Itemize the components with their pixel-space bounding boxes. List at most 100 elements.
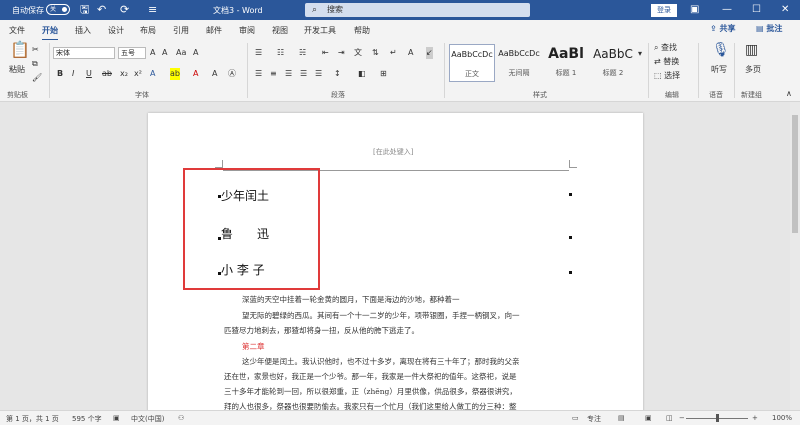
zoom-out-icon[interactable]: −	[679, 414, 685, 422]
style-heading-2[interactable]: AaBbC 标题 2	[590, 44, 636, 82]
line-spacing-icon[interactable]: ↕	[334, 68, 341, 80]
paragraph-mark-icon[interactable]: ↙	[426, 47, 433, 59]
login-button[interactable]: 登录	[651, 4, 677, 17]
show-marks-icon[interactable]: ↵	[390, 47, 397, 59]
char-shading-icon[interactable]: A	[212, 68, 217, 80]
print-layout-icon[interactable]: ▣	[645, 414, 652, 422]
highlight-icon[interactable]: ab	[170, 68, 180, 80]
web-layout-icon[interactable]: ◫	[666, 414, 673, 422]
cut-icon[interactable]: ✂	[32, 44, 39, 56]
share-button[interactable]: ⇪ 共享	[710, 23, 736, 34]
style-no-spacing[interactable]: AaBbCcDc 无间隔	[496, 44, 542, 82]
accessibility-icon[interactable]: ⚇	[178, 414, 184, 422]
redo-icon[interactable]: ⟳	[120, 3, 129, 17]
styles-more-icon[interactable]: ▾	[638, 48, 642, 60]
replace-button[interactable]: ⇄ 替换	[654, 56, 679, 68]
minimize-icon[interactable]: —	[722, 3, 732, 17]
close-icon[interactable]: ✕	[781, 3, 789, 17]
multipage-icon[interactable]: ▥	[745, 43, 758, 57]
page-count[interactable]: 第 1 页，共 1 页	[6, 414, 59, 424]
chinese-layout-icon[interactable]: 文	[354, 47, 362, 59]
paragraph-line[interactable]: 深蓝的天空中挂着一轮金黄的圆月，下面是海边的沙地，都种着一	[242, 293, 572, 306]
tab-design[interactable]: 设计	[108, 25, 124, 36]
chapter-heading[interactable]: 第二章	[242, 340, 572, 353]
font-color-icon[interactable]: A	[193, 68, 198, 80]
asian-layout-icon[interactable]: A	[408, 47, 413, 59]
underline-button[interactable]: U	[86, 68, 92, 80]
focus-icon[interactable]: ▭	[572, 414, 579, 422]
tab-layout[interactable]: 布局	[140, 25, 156, 36]
tab-insert[interactable]: 插入	[75, 25, 91, 36]
zoom-in-icon[interactable]: +	[752, 414, 758, 422]
style-normal[interactable]: AaBbCcDc 正文	[449, 44, 495, 82]
multilevel-list-icon[interactable]: ☵	[299, 47, 306, 59]
zoom-slider-knob[interactable]	[716, 414, 719, 422]
save-icon[interactable]: 🖫	[80, 3, 89, 17]
numbering-icon[interactable]: ☷	[277, 47, 284, 59]
format-painter-icon[interactable]: 🖌	[32, 72, 42, 84]
align-right-icon[interactable]: ☰	[285, 68, 292, 80]
tab-review[interactable]: 审阅	[239, 25, 255, 36]
subscript-icon[interactable]: x₂	[120, 68, 128, 80]
decrease-indent-icon[interactable]: ⇤	[322, 47, 329, 59]
borders-icon[interactable]: ⊞	[380, 68, 387, 80]
grow-font-icon[interactable]: A	[150, 47, 155, 59]
sort-icon[interactable]: ⇅	[372, 47, 379, 59]
copy-icon[interactable]: ⧉	[32, 58, 38, 70]
align-left-icon[interactable]: ☰	[255, 68, 262, 80]
select-button[interactable]: ⬚ 选择	[654, 70, 680, 82]
tab-home[interactable]: 开始	[42, 25, 58, 41]
tab-help[interactable]: 帮助	[354, 25, 370, 36]
paste-icon[interactable]: 📋	[10, 42, 30, 58]
comment-button[interactable]: ▤ 批注	[756, 23, 782, 34]
font-name-select[interactable]: 宋体	[53, 47, 115, 59]
dictate-button[interactable]: 听写	[711, 64, 727, 76]
paragraph-line[interactable]: 三十多年才能轮到一回，所以很郑重，正（zhēng）月里供像，供品很多，祭器很讲究…	[224, 385, 554, 398]
tab-mailings[interactable]: 邮件	[206, 25, 222, 36]
superscript-icon[interactable]: x²	[134, 68, 142, 80]
multipage-button[interactable]: 多页	[745, 64, 761, 76]
justify-icon[interactable]: ☰	[300, 68, 307, 80]
increase-indent-icon[interactable]: ⇥	[338, 47, 345, 59]
language-indicator[interactable]: 中文(中国)	[131, 414, 164, 424]
font-size-select[interactable]: 五号	[118, 47, 146, 59]
maximize-icon[interactable]: ☐	[752, 3, 761, 17]
tab-file[interactable]: 文件	[9, 25, 25, 36]
clear-format-icon[interactable]: A	[193, 47, 198, 59]
style-heading-1[interactable]: AaBl 标题 1	[543, 44, 589, 82]
tab-view[interactable]: 视图	[272, 25, 288, 36]
paragraph-line[interactable]: 还在世，家景也好，我正是一个少爷。那一年，我家是一件大祭祀的值年。这祭祀，说是	[224, 370, 554, 383]
align-center-icon[interactable]: ≡	[270, 68, 277, 80]
autosave-toggle[interactable]: 关	[46, 4, 70, 15]
zoom-level[interactable]: 100%	[772, 414, 792, 422]
collapse-ribbon-icon[interactable]: ∧	[786, 88, 792, 100]
customize-quick-access-icon[interactable]: ≡	[148, 3, 157, 17]
proofing-icon[interactable]: ▣	[113, 414, 120, 422]
find-button[interactable]: ⌕ 查找	[654, 42, 677, 54]
bullets-icon[interactable]: ☰	[255, 47, 262, 59]
header-placeholder[interactable]: [在此处键入]	[373, 147, 413, 157]
distributed-icon[interactable]: ☰	[315, 68, 322, 80]
char-border-icon[interactable]: Ⓐ	[228, 68, 236, 80]
strikethrough-icon[interactable]: ab	[102, 68, 112, 80]
shrink-font-icon[interactable]: A	[162, 47, 167, 59]
bold-button[interactable]: B	[57, 68, 63, 80]
ribbon-display-icon[interactable]: ▣	[690, 3, 699, 17]
focus-button[interactable]: 专注	[587, 414, 601, 424]
paragraph-line[interactable]: 匹猹尽力地刺去，那猹却将身一扭，反从他的胯下逃走了。	[224, 324, 554, 337]
text-effects-icon[interactable]: A	[150, 68, 155, 80]
tab-developer[interactable]: 开发工具	[304, 25, 336, 36]
italic-button[interactable]: I	[72, 68, 74, 80]
search-box[interactable]: ⌕ 搜索	[305, 3, 530, 17]
word-count[interactable]: 595 个字	[72, 414, 102, 424]
microphone-icon[interactable]: 🎙	[712, 43, 730, 57]
tab-references[interactable]: 引用	[173, 25, 189, 36]
paste-button[interactable]: 粘贴	[9, 64, 25, 76]
change-case-icon[interactable]: Aa	[176, 47, 186, 59]
undo-icon[interactable]: ↶	[97, 3, 106, 17]
paragraph-line[interactable]: 望无际的碧绿的西瓜。其间有一个十一二岁的少年，项带银圈，手捏一柄钢叉，向一	[242, 309, 572, 322]
read-mode-icon[interactable]: ▤	[618, 414, 625, 422]
shading-icon[interactable]: ◧	[358, 68, 366, 80]
paragraph-line[interactable]: 这少年便是闰土。我认识他时，也不过十多岁，离现在将有三十年了；那时我的父亲	[242, 355, 572, 368]
scrollbar-thumb[interactable]	[792, 115, 798, 233]
